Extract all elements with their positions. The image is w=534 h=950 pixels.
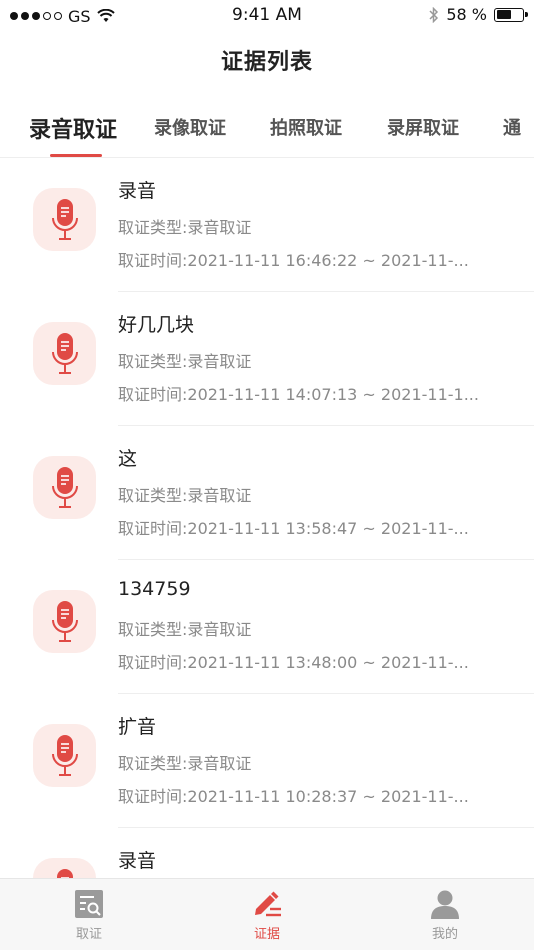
item-time: 取证时间:2021-11-11 16:46:22 ~ 2021-11-... xyxy=(118,251,469,270)
list-item[interactable]: 134759 取证类型:录音取证 取证时间:2021-11-11 13:48:0… xyxy=(0,560,534,694)
item-title: 扩音 xyxy=(118,716,157,738)
list-item[interactable]: 扩音 取证类型:录音取证 取证时间:2021-11-11 10:28:37 ~ … xyxy=(0,694,534,828)
list-item[interactable]: 这 取证类型:录音取证 取证时间:2021-11-11 13:58:47 ~ 2… xyxy=(0,426,534,560)
item-time: 取证时间:2021-11-11 13:48:00 ~ 2021-11-... xyxy=(118,653,469,672)
page-title: 证据列表 xyxy=(220,50,313,75)
category-tabs: 录音取证 录像取证 拍照取证 录屏取证 通 xyxy=(0,100,534,158)
nav-label: 我的 xyxy=(431,927,458,942)
edit-pen-icon xyxy=(255,891,281,917)
battery-icon xyxy=(494,7,528,22)
list-item[interactable]: 好几几块 取证类型:录音取证 取证时间:2021-11-11 14:07:13 … xyxy=(0,292,534,426)
item-title: 录音 xyxy=(118,850,157,872)
item-type: 取证类型:录音取证 xyxy=(118,486,252,505)
item-title: 录音 xyxy=(118,180,157,202)
microphone-icon xyxy=(52,333,78,374)
item-type: 取证类型:录音取证 xyxy=(118,352,252,371)
tab-more-evidence[interactable]: 通 xyxy=(503,114,521,140)
item-icon-box xyxy=(33,590,96,653)
status-bar: GS 9:41 AM 58 % xyxy=(0,0,534,32)
active-tab-indicator xyxy=(50,154,102,157)
status-right: 58 % xyxy=(429,5,528,24)
item-type: 取证类型:录音取证 xyxy=(118,620,252,639)
list-item[interactable]: 录音 xyxy=(0,828,534,878)
user-icon xyxy=(431,890,459,919)
tab-screen-record-evidence[interactable]: 录屏取证 xyxy=(387,114,459,140)
item-icon-box xyxy=(33,188,96,251)
header: 证据列表 xyxy=(0,40,534,86)
nav-label: 取证 xyxy=(75,927,102,942)
tab-video-evidence[interactable]: 录像取证 xyxy=(154,114,226,140)
tab-audio-evidence[interactable]: 录音取证 xyxy=(29,112,117,144)
item-type: 取证类型:录音取证 xyxy=(118,754,252,773)
item-icon-box xyxy=(33,858,96,878)
microphone-icon xyxy=(52,467,78,508)
bluetooth-icon xyxy=(429,6,439,23)
list-item[interactable]: 录音 取证类型:录音取证 取证时间:2021-11-11 16:46:22 ~ … xyxy=(0,158,534,292)
nav-label: 证据 xyxy=(253,927,280,942)
item-icon-box xyxy=(33,322,96,385)
microphone-icon xyxy=(57,869,73,878)
microphone-icon xyxy=(52,199,78,240)
nav-item-evidence-collect[interactable]: 取证 xyxy=(0,879,178,950)
item-time: 取证时间:2021-11-11 14:07:13 ~ 2021-11-1... xyxy=(118,385,479,404)
battery-percent: 58 % xyxy=(446,5,487,24)
item-time: 取证时间:2021-11-11 10:28:37 ~ 2021-11-... xyxy=(118,787,469,806)
item-type: 取证类型:录音取证 xyxy=(118,218,252,237)
microphone-icon xyxy=(52,735,78,776)
tab-photo-evidence[interactable]: 拍照取证 xyxy=(270,114,342,140)
search-document-icon xyxy=(75,890,103,918)
item-icon-box xyxy=(33,724,96,787)
item-icon-box xyxy=(33,456,96,519)
nav-item-profile[interactable]: 我的 xyxy=(356,879,534,950)
item-title: 这 xyxy=(118,448,138,470)
evidence-list: 录音 取证类型:录音取证 取证时间:2021-11-11 16:46:22 ~ … xyxy=(0,158,534,878)
bottom-nav: 取证 证据 我的 xyxy=(0,878,534,950)
microphone-icon xyxy=(52,601,78,642)
item-time: 取证时间:2021-11-11 13:58:47 ~ 2021-11-... xyxy=(118,519,469,538)
item-title: 好几几块 xyxy=(118,314,195,336)
nav-item-evidence[interactable]: 证据 xyxy=(178,879,356,950)
item-title: 134759 xyxy=(118,578,191,600)
